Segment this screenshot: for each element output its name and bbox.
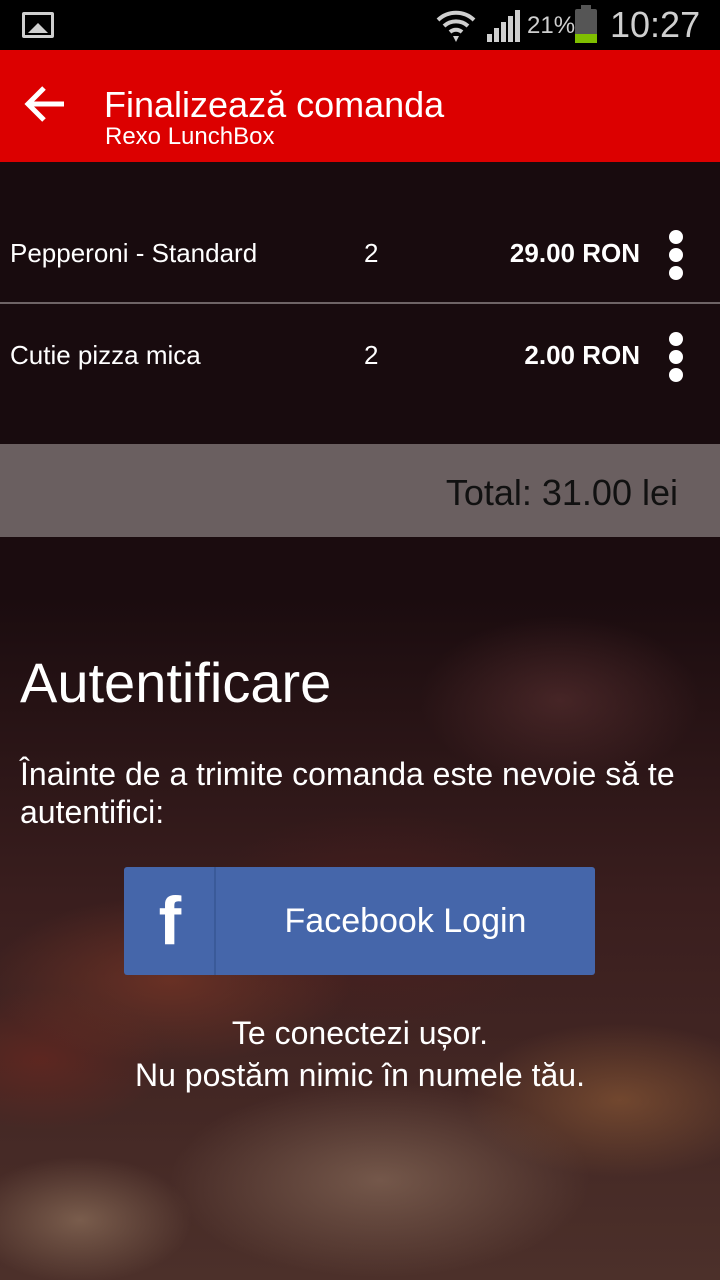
item-quantity: 2 <box>364 340 379 370</box>
more-options-icon[interactable] <box>660 228 692 282</box>
image-notification-icon <box>22 12 54 38</box>
item-name: Cutie pizza mica <box>10 340 201 370</box>
action-bar: Finalizează comanda Rexo LunchBox <box>0 50 720 162</box>
more-options-icon[interactable] <box>660 330 692 384</box>
status-bar: 21% 10:27 <box>0 0 720 50</box>
auth-heading: Autentificare <box>20 651 332 714</box>
item-name: Pepperoni - Standard <box>10 238 258 268</box>
order-total: Total: 31.00 lei <box>445 472 678 513</box>
battery-icon <box>575 5 597 43</box>
item-price: 2.00 RON <box>524 340 640 370</box>
total-bar: Total: 31.00 lei <box>0 444 720 537</box>
item-quantity: 2 <box>364 238 379 268</box>
order-list: Pepperoni - Standard 2 29.00 RON Cutie p… <box>0 162 720 444</box>
page-subtitle: Rexo LunchBox <box>105 123 275 150</box>
item-price: 29.00 RON <box>509 238 640 268</box>
page-title: Finalizează comanda <box>104 84 445 125</box>
order-item-row: Cutie pizza mica 2 2.00 RON <box>0 304 720 406</box>
facebook-icon: f <box>158 883 182 959</box>
facebook-login-button[interactable]: f Facebook Login <box>124 867 595 975</box>
login-note-line-2: Nu postăm nimic în numele tău. <box>135 1057 585 1093</box>
order-item-row: Pepperoni - Standard 2 29.00 RON <box>0 202 720 304</box>
battery-percent: 21% <box>527 12 576 39</box>
signal-strength-icon <box>487 10 520 42</box>
login-note: Te conectezi ușor. Nu postăm nimic în nu… <box>0 1012 720 1096</box>
status-time: 10:27 <box>610 4 701 45</box>
auth-instructions: Înainte de a trimite comanda este nevoie… <box>20 756 675 830</box>
facebook-login-label: Facebook Login <box>284 902 527 940</box>
wifi-icon <box>436 10 476 42</box>
login-note-line-1: Te conectezi ușor. <box>231 1015 489 1051</box>
arrow-left-icon[interactable] <box>14 72 78 136</box>
